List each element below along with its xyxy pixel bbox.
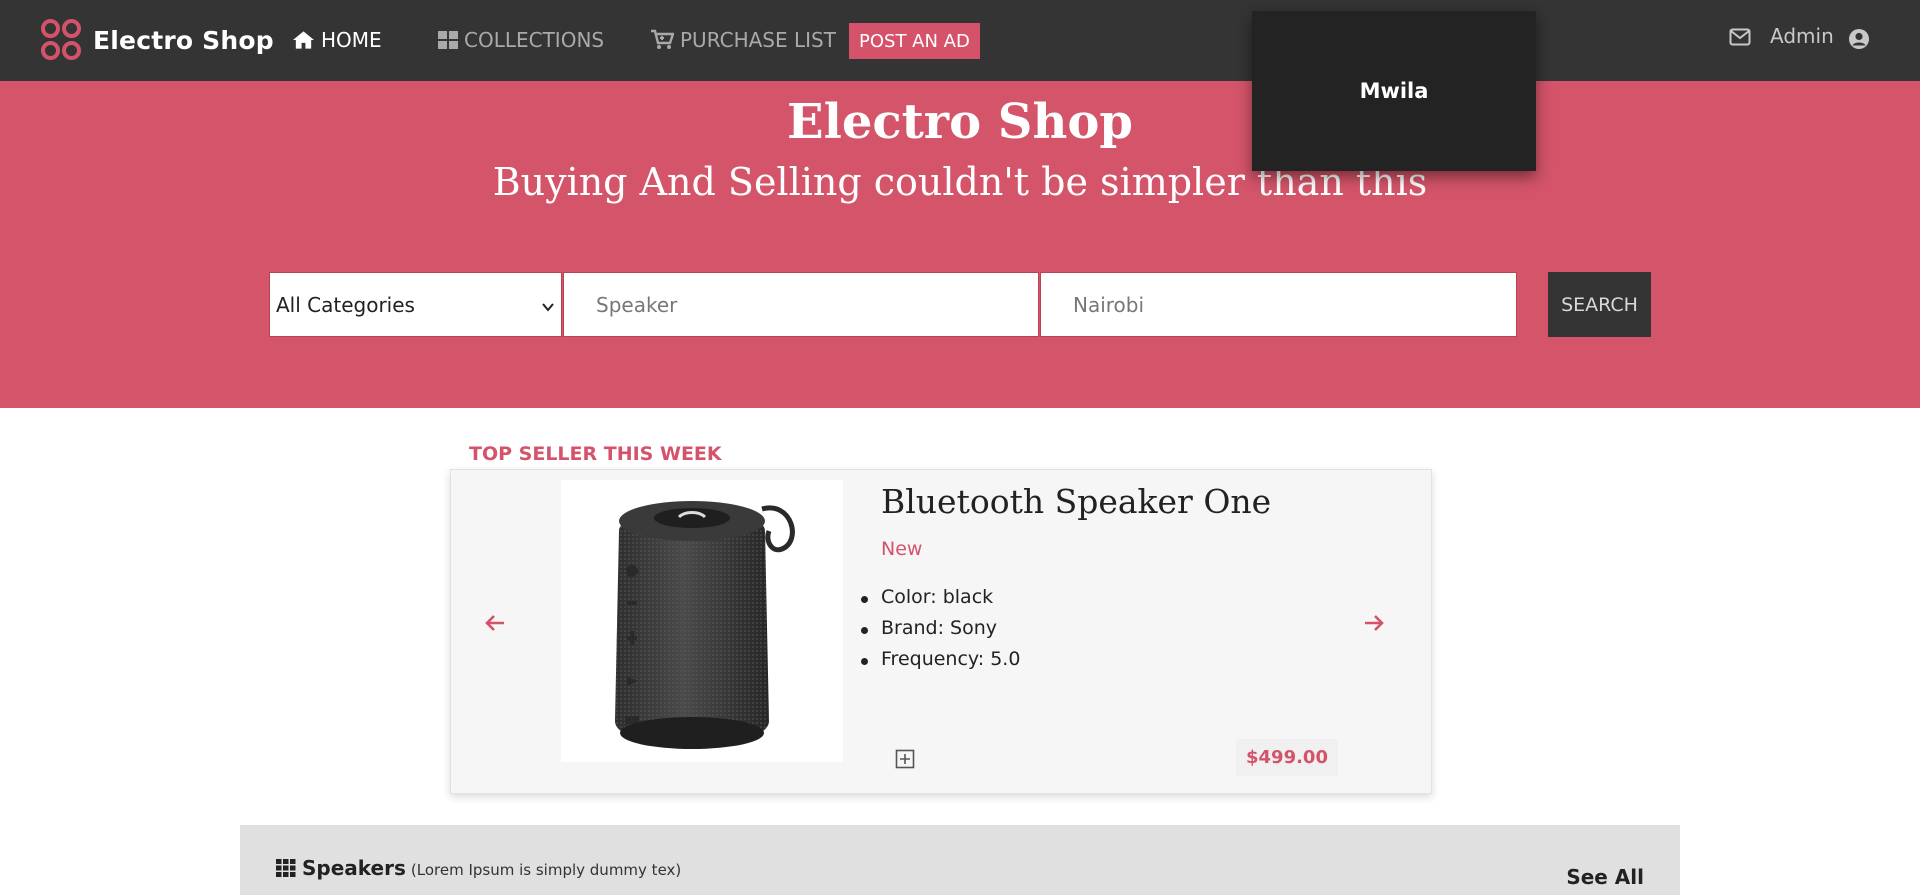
product-name[interactable]: Bluetooth Speaker One xyxy=(881,482,1271,521)
keyword-input[interactable] xyxy=(563,272,1039,337)
spec-item: Frequency: 5.0 xyxy=(860,648,1020,679)
nav-home-label: HOME xyxy=(321,28,382,52)
grid-icon xyxy=(438,30,458,50)
product-price: $499.00 xyxy=(1236,739,1338,776)
location-input[interactable] xyxy=(1040,272,1517,337)
arrow-left-icon[interactable] xyxy=(480,608,510,638)
top-seller-title: TOP SELLER THIS WEEK xyxy=(469,443,722,465)
nav-purchase-list-label: PURCHASE LIST xyxy=(680,28,836,52)
nav-home[interactable]: HOME xyxy=(292,20,382,60)
hero-banner: Electro Shop Buying And Selling couldn't… xyxy=(0,81,1920,408)
product-spec-list: Color: black Brand: Sony Frequency: 5.0 xyxy=(860,586,1020,679)
nav-collections[interactable]: COLLECTIONS xyxy=(438,20,604,60)
see-all-link[interactable]: See All xyxy=(1566,865,1644,889)
spec-item: Color: black xyxy=(860,586,1020,617)
category-name: Speakers xyxy=(302,856,406,880)
add-to-list-icon[interactable] xyxy=(895,749,915,773)
home-icon xyxy=(292,30,315,50)
chevron-down-icon xyxy=(541,295,555,319)
mail-icon[interactable] xyxy=(1729,28,1751,50)
category-description: (Lorem Ipsum is simply dummy tex) xyxy=(410,861,682,879)
admin-menu[interactable]: Admin xyxy=(1770,24,1834,48)
brand-link[interactable]: Electro Shop xyxy=(41,15,274,65)
search-button[interactable]: SEARCH xyxy=(1548,272,1651,337)
category-select[interactable]: All Categories xyxy=(269,272,562,337)
user-dropdown-popup: Mwila xyxy=(1252,11,1536,171)
category-select-value: All Categories xyxy=(276,292,415,317)
user-circle-icon[interactable] xyxy=(1848,28,1870,54)
four-circles-logo-icon xyxy=(41,17,83,63)
page: Electro Shop HOME COLLECTIONS PURCHASE L… xyxy=(0,0,1920,895)
cart-icon xyxy=(650,29,674,51)
user-popup-name[interactable]: Mwila xyxy=(1360,79,1429,103)
hero-title: Electro Shop xyxy=(787,94,1133,150)
product-condition: New xyxy=(881,538,923,560)
spec-item: Brand: Sony xyxy=(860,617,1020,648)
arrow-right-icon[interactable] xyxy=(1359,608,1389,638)
th-grid-icon xyxy=(276,859,296,881)
hero-subtitle: Buying And Selling couldn't be simpler t… xyxy=(492,160,1428,204)
nav-collections-label: COLLECTIONS xyxy=(464,28,605,52)
top-navbar: Electro Shop HOME COLLECTIONS PURCHASE L… xyxy=(0,0,1920,81)
brand-name: Electro Shop xyxy=(93,25,274,55)
product-image[interactable] xyxy=(561,480,843,762)
category-heading: Speakers (Lorem Ipsum is simply dummy te… xyxy=(276,856,681,880)
top-seller-card: Bluetooth Speaker One New Color: black B… xyxy=(450,469,1432,794)
nav-purchase-list[interactable]: PURCHASE LIST xyxy=(650,20,836,60)
post-ad-button[interactable]: POST AN AD xyxy=(849,23,980,59)
speakers-category-bar: Speakers (Lorem Ipsum is simply dummy te… xyxy=(240,825,1680,895)
